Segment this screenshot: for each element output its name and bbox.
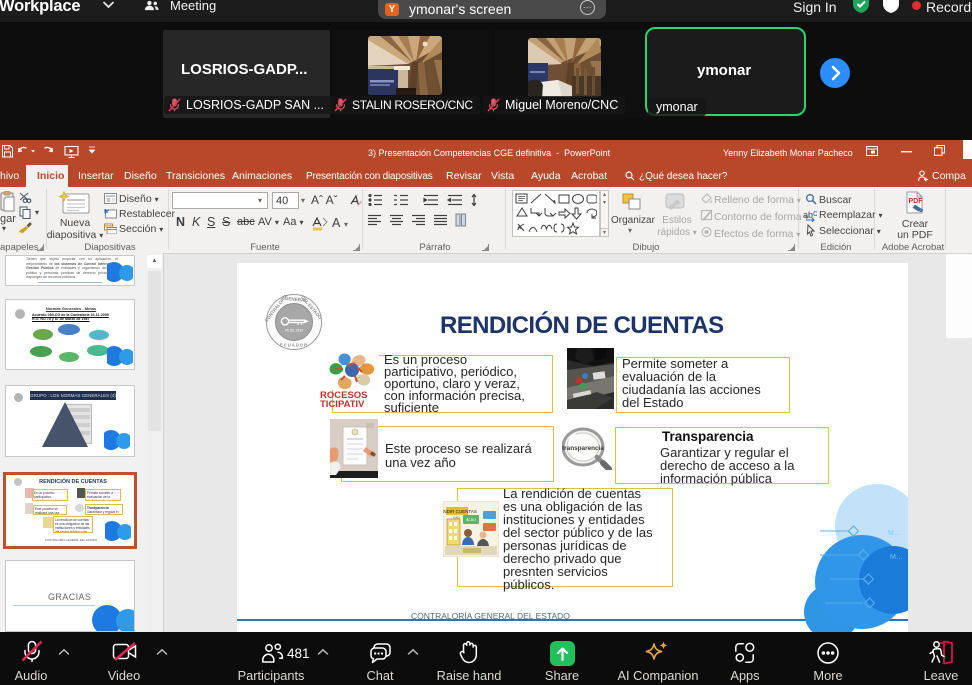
- svg-text:ECUADOR: ECUADOR: [280, 343, 308, 348]
- svg-text:M…: M…: [888, 530, 901, 537]
- svg-text:transparencia: transparencia: [562, 445, 604, 452]
- svg-text:M…: M…: [890, 554, 903, 561]
- svg-text:05 DE 1930: 05 DE 1930: [285, 329, 303, 333]
- svg-text:PDF: PDF: [909, 198, 924, 205]
- svg-text:RENDIR CUENTAS: RENDIR CUENTAS: [443, 509, 477, 514]
- svg-text:GAD: GAD: [453, 516, 460, 520]
- svg-text:c: c: [813, 209, 818, 218]
- svg-text:$CAD: $CAD: [466, 518, 476, 522]
- svg-text:ab: ab: [803, 210, 813, 220]
